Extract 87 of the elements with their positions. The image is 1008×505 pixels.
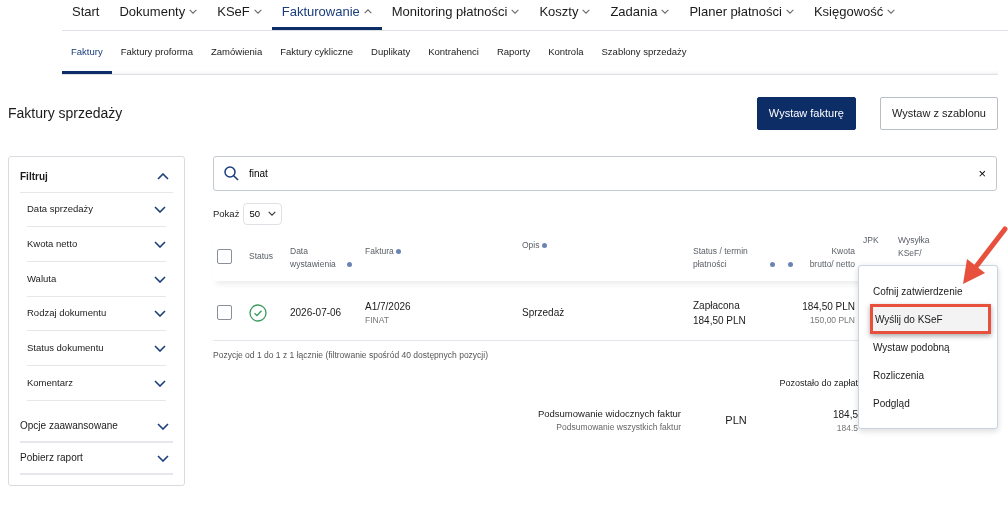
chevron-down-icon [154, 310, 166, 318]
subnav-tab[interactable]: Zamówienia [202, 44, 272, 74]
chevron-down-icon [154, 344, 166, 352]
action-button[interactable]: Wystaw fakturę [756, 97, 856, 130]
chevron-up-icon [363, 8, 372, 14]
subnav-tab[interactable]: Faktury proforma [111, 44, 202, 74]
date-text: 2026-07-06 [290, 307, 342, 318]
arrow-annotation [963, 226, 1008, 284]
column-header: Data wystawienia [290, 244, 337, 271]
filter-title: Filtruj [20, 169, 48, 184]
column-header: Wysyłka KSeF/ [898, 233, 931, 260]
chevron-down-icon [154, 206, 166, 214]
select-all-checkbox[interactable] [217, 249, 232, 265]
filter-label: Kwota netto [27, 236, 78, 251]
column-header: Kwota brutto/ netto [808, 244, 855, 271]
chevron-down-icon [154, 379, 166, 387]
summary-amount: 184,5 [831, 407, 858, 422]
net-amount: 150,00 PLN [809, 313, 855, 327]
search-icon [224, 165, 239, 181]
nav-tab[interactable]: Monitoring płatności [381, 1, 530, 30]
sort-icon[interactable] [788, 261, 793, 267]
chevron-down-icon [157, 455, 169, 462]
summary-label: Podsumowanie widocznych faktur [536, 406, 681, 421]
subnav-tab[interactable]: Kontrahenci [419, 44, 488, 74]
column-header: JPK [863, 234, 879, 245]
chevron-down-icon [887, 8, 896, 14]
subnav-tab[interactable]: Szablony sprzedaży [592, 44, 696, 74]
column-header: Faktura [365, 245, 394, 256]
chevron-down-icon [189, 8, 198, 14]
summary-header: Pozostało do zapłat [778, 377, 858, 390]
sort-icon[interactable] [541, 243, 547, 248]
section-label: Opcje zaawansowane [20, 419, 118, 434]
action-button[interactable]: Wystaw z szablonu [879, 97, 998, 130]
nav-tab[interactable]: Dokumenty [109, 1, 208, 30]
currency-text: PLN [724, 413, 748, 429]
subnav-tab[interactable]: Kontrola [539, 44, 593, 74]
invoice-number: A1/7/2026 [365, 299, 412, 314]
nav-tab[interactable]: Koszty [529, 1, 601, 30]
filter-label: Rodzaj dokumentu [27, 306, 107, 321]
chevron-up-icon [157, 173, 169, 181]
menu-item[interactable]: Wystaw podobną [856, 332, 991, 362]
chevron-down-icon [154, 275, 166, 283]
subnav-tab[interactable]: Raporty [487, 44, 540, 74]
chevron-down-icon [268, 211, 276, 217]
chevron-down-icon [253, 8, 262, 14]
chevron-down-icon [511, 8, 520, 14]
sort-icon[interactable] [770, 261, 776, 267]
nav-tab[interactable]: Księgowość [803, 1, 906, 30]
filter-label: Data sprzedaży [27, 202, 93, 217]
column-header: Opis [522, 239, 540, 250]
page-size-select[interactable]: 50 [243, 202, 282, 225]
sort-icon[interactable] [347, 261, 353, 267]
chevron-down-icon [661, 8, 670, 14]
column-header: Status [249, 251, 274, 262]
description-text: Sprzedaż [522, 307, 565, 318]
nav-tab[interactable]: Fakturowanie [271, 1, 382, 30]
search-field[interactable]: finat × [213, 155, 997, 191]
clear-search-button[interactable]: × [978, 166, 986, 180]
nav-tab[interactable]: KSeF [207, 1, 272, 30]
chevron-down-icon [157, 423, 169, 430]
subnav-tab[interactable]: Faktury cykliczne [271, 44, 363, 74]
payment-status: Zapłacona [693, 298, 741, 313]
sort-icon[interactable] [396, 249, 402, 254]
menu-item[interactable]: Cofnij zatwierdzenie [856, 276, 991, 306]
results-info: Pozycje od 1 do 1 z 1 łącznie (filtrowanie spośród 40 dostępnych pozycji) [213, 349, 488, 362]
nav-tab[interactable]: Planer płatności [679, 1, 804, 30]
page-size-label: Pokaż [213, 206, 240, 221]
filter-label: Status dokumentu [27, 340, 104, 355]
section-label: Pobierz raport [20, 451, 83, 466]
filter-label: Waluta [27, 271, 57, 286]
row-checkbox[interactable] [217, 305, 232, 321]
nav-tab[interactable]: Start [62, 1, 110, 30]
menu-item[interactable]: Wyślij do KSeF [870, 304, 991, 334]
chevron-down-icon [154, 240, 166, 248]
page-title: Faktury sprzedaży [8, 104, 123, 122]
subnav-tab[interactable]: Faktury [62, 44, 112, 74]
invoice-series: FINAT [365, 313, 390, 327]
subnav-tab[interactable]: Duplikaty [362, 44, 420, 74]
gross-amount: 184,50 PLN [801, 299, 855, 314]
payment-amount: 184,50 PLN [693, 313, 747, 328]
filter-label: Komentarz [27, 375, 73, 390]
chevron-down-icon [785, 8, 794, 14]
nav-tab[interactable]: Zadania [600, 1, 680, 30]
summary-label: Podsumowanie wszystkich faktur [555, 420, 681, 434]
summary-amount: 184.5 [835, 421, 858, 435]
chevron-down-icon [582, 8, 591, 14]
column-header: Status / termin płatności [693, 244, 749, 271]
